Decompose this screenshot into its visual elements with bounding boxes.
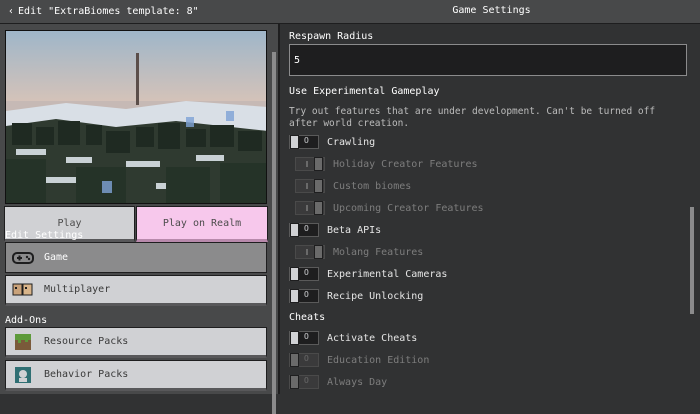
toggle-row-holiday-creator: O Holiday Creator Features [295, 155, 478, 173]
toggle-row-crawling[interactable]: O Crawling [289, 133, 375, 151]
toggle-label: Crawling [327, 136, 376, 148]
education-edition-toggle: O [289, 353, 319, 367]
nav-item-label: Game [44, 252, 69, 263]
toggle-label: Beta APIs [327, 224, 382, 236]
crawling-toggle[interactable]: O [289, 135, 319, 149]
top-bar: ‹ Edit "ExtraBiomes template: 8" Game Se… [0, 0, 700, 24]
left-scrollbar[interactable] [272, 52, 276, 414]
respawn-radius-input[interactable]: 5 [289, 44, 687, 76]
toggle-label: Recipe Unlocking [327, 290, 424, 302]
world-preview-image [5, 30, 267, 204]
respawn-radius-label: Respawn Radius [289, 31, 374, 42]
nav-item-behavior-packs[interactable]: Behavior Packs [5, 360, 267, 391]
nav-item-game[interactable]: Game [5, 242, 267, 273]
molang-toggle: O [295, 245, 325, 259]
nav-item-resource-packs[interactable]: Resource Packs [5, 327, 267, 358]
toggle-label: Custom biomes [333, 180, 412, 192]
nav-item-label: Behavior Packs [44, 369, 129, 380]
toggle-label: Upcoming Creator Features [333, 202, 484, 214]
back-label: Edit "ExtraBiomes template: 8" [18, 6, 199, 17]
toggle-row-activate-cheats[interactable]: O Activate Cheats [289, 329, 417, 347]
addons-label: Add-Ons [5, 315, 48, 326]
chevron-left-icon: ‹ [8, 6, 15, 17]
toggle-row-molang: O Molang Features [295, 243, 423, 261]
experimental-cameras-toggle[interactable]: O [289, 267, 319, 281]
toggle-label: Always Day [327, 376, 388, 388]
edit-settings-label: Edit Settings [5, 230, 84, 241]
toggle-label: Experimental Cameras [327, 268, 448, 280]
toggle-row-custom-biomes: O Custom biomes [295, 177, 411, 195]
controller-icon [12, 248, 34, 268]
always-day-toggle: O [289, 375, 319, 389]
custom-biomes-toggle: O [295, 179, 325, 193]
upcoming-creator-toggle: O [295, 201, 325, 215]
toggle-row-upcoming-creator: O Upcoming Creator Features [295, 199, 484, 217]
activate-cheats-toggle[interactable]: O [289, 331, 319, 345]
toggle-label: Molang Features [333, 246, 424, 258]
toggle-row-beta-apis[interactable]: O Beta APIs [289, 221, 381, 239]
toggle-row-recipe-unlocking[interactable]: O Recipe Unlocking [289, 287, 423, 305]
toggle-row-experimental-cameras[interactable]: O Experimental Cameras [289, 265, 447, 283]
nav-item-multiplayer[interactable]: Multiplayer [5, 275, 267, 306]
cheats-label: Cheats [289, 312, 326, 323]
beta-apis-toggle[interactable]: O [289, 223, 319, 237]
nav-item-label: Multiplayer [44, 284, 111, 295]
page-title: Game Settings [452, 5, 531, 16]
multiplayer-icon [12, 280, 34, 300]
holiday-creator-toggle: O [295, 157, 325, 171]
toggle-label: Activate Cheats [327, 332, 418, 344]
settings-panel: Respawn Radius 5 Use Experimental Gamepl… [283, 24, 700, 394]
grass-block-icon [12, 332, 34, 352]
back-button[interactable]: ‹ Edit "ExtraBiomes template: 8" [0, 0, 272, 23]
world-preview-graphic [6, 31, 266, 203]
toggle-label: Holiday Creator Features [333, 158, 478, 170]
play-on-realm-button[interactable]: Play on Realm [136, 206, 268, 242]
nav-item-label: Resource Packs [44, 336, 129, 347]
toggle-label: Education Edition [327, 354, 430, 366]
toggle-row-always-day: O Always Day [289, 373, 387, 391]
behavior-icon [12, 365, 34, 385]
experimental-label: Use Experimental Gameplay [289, 86, 440, 97]
experimental-description: Try out features that are under developm… [289, 106, 656, 129]
settings-scrollbar[interactable] [690, 207, 694, 314]
recipe-unlocking-toggle[interactable]: O [289, 289, 319, 303]
toggle-row-education-edition: O Education Edition [289, 351, 429, 369]
left-panel: Play Play on Realm Edit Settings Game Mu… [0, 24, 280, 414]
